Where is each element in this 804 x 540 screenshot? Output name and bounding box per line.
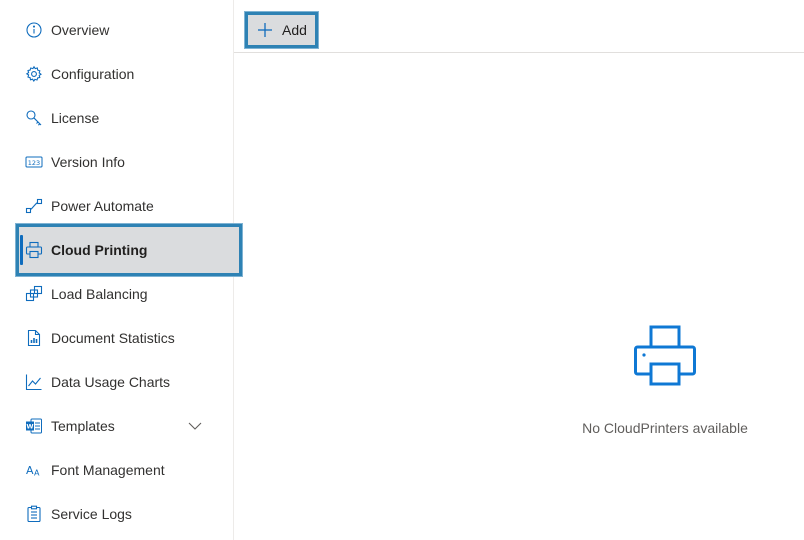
- printer-icon: [633, 324, 697, 388]
- sidebar-item-cloud-printing[interactable]: Cloud Printing: [16, 224, 242, 276]
- document-chart-icon: [25, 329, 43, 347]
- svg-text:A: A: [34, 469, 40, 478]
- sidebar-item-label: Load Balancing: [51, 286, 148, 302]
- sidebar-item-label: Cloud Printing: [51, 242, 148, 258]
- clipboard-icon: [25, 505, 43, 523]
- sidebar-item-power-automate[interactable]: Power Automate: [16, 184, 240, 228]
- sidebar-item-configuration[interactable]: Configuration: [16, 52, 240, 96]
- sidebar-item-license[interactable]: License: [16, 96, 240, 140]
- info-icon: [25, 21, 43, 39]
- font-size-icon: AA: [25, 461, 43, 479]
- sidebar-item-label: License: [51, 110, 100, 126]
- word-document-icon: W: [25, 417, 43, 435]
- sidebar-item-label: Templates: [51, 418, 115, 434]
- sidebar-item-version-info[interactable]: 123 Version Info: [16, 140, 240, 184]
- sidebar-item-label: Configuration: [51, 66, 135, 82]
- sidebar-item-font-management[interactable]: AA Font Management: [16, 448, 240, 492]
- chevron-down-icon[interactable]: [186, 417, 204, 435]
- command-bar: Add: [234, 0, 804, 53]
- plus-icon: [257, 22, 273, 38]
- number-123-icon: 123: [25, 153, 43, 171]
- line-chart-icon: [25, 373, 43, 391]
- sidebar-item-service-logs[interactable]: Service Logs: [16, 492, 240, 536]
- add-button-label: Add: [282, 22, 307, 38]
- sidebar-item-load-balancing[interactable]: Load Balancing: [16, 272, 240, 316]
- key-icon: [25, 109, 43, 127]
- sidebar-item-label: Service Logs: [51, 506, 132, 522]
- flow-icon: [25, 197, 43, 215]
- sidebar-item-label: Power Automate: [51, 198, 154, 214]
- svg-text:123: 123: [28, 159, 40, 167]
- sidebar-item-overview[interactable]: Overview: [16, 8, 240, 52]
- sidebar-item-label: Font Management: [51, 462, 165, 478]
- sidebar-item-label: Version Info: [51, 154, 125, 170]
- sidebar-item-data-usage-charts[interactable]: Data Usage Charts: [16, 360, 240, 404]
- sidebar-item-templates[interactable]: W Templates: [16, 404, 240, 448]
- svg-text:A: A: [26, 464, 34, 477]
- svg-text:W: W: [26, 423, 33, 431]
- empty-state-message: No CloudPrinters available: [582, 420, 748, 436]
- sidebar-item-label: Overview: [51, 22, 110, 38]
- empty-state: No CloudPrinters available: [560, 320, 770, 440]
- sidebar-item-document-statistics[interactable]: Document Statistics: [16, 316, 240, 360]
- add-button[interactable]: Add: [245, 12, 318, 48]
- printer-icon: [25, 241, 43, 259]
- sidebar-nav: Overview Configuration License 123 Versi…: [0, 0, 242, 540]
- stacked-windows-icon: [25, 285, 43, 303]
- sidebar-item-label: Document Statistics: [51, 330, 175, 346]
- gear-icon: [25, 65, 43, 83]
- sidebar-item-label: Data Usage Charts: [51, 374, 171, 390]
